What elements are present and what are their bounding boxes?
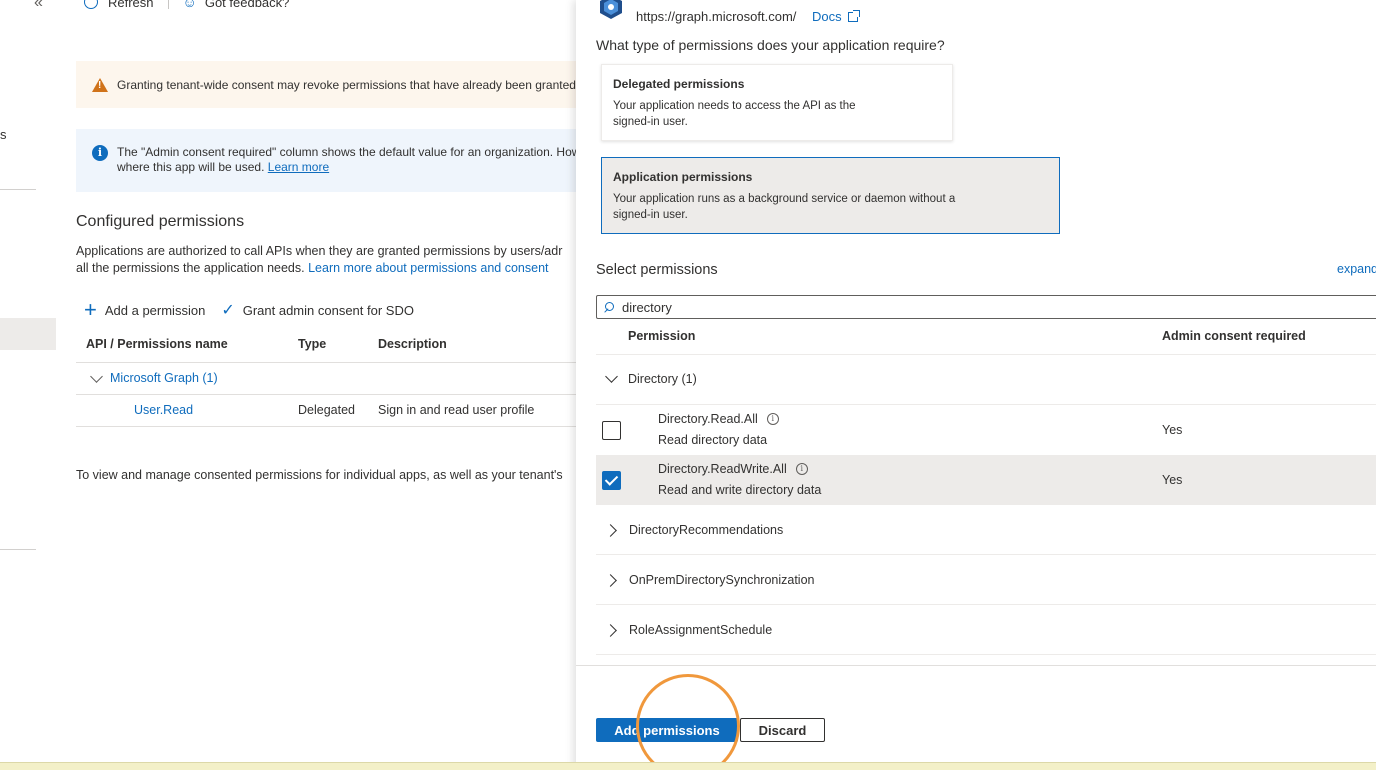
manage-permissions-note: To view and manage consented permissions… bbox=[76, 468, 563, 482]
warning-text: Granting tenant-wide consent may revoke … bbox=[117, 77, 576, 92]
application-permissions-card[interactable]: Application permissions Your application… bbox=[601, 157, 1060, 234]
permission-row[interactable]: Directory.Read.All i Read directory data… bbox=[596, 405, 1376, 455]
admin-consent-value: Yes bbox=[1162, 423, 1183, 437]
application-card-desc-line2: signed-in user. bbox=[613, 209, 688, 221]
column-header-permission[interactable]: Permission bbox=[628, 329, 695, 343]
application-card-title: Application permissions bbox=[613, 170, 753, 184]
refresh-icon bbox=[84, 0, 98, 9]
info-icon[interactable]: i bbox=[766, 413, 779, 425]
warning-icon: ! bbox=[92, 77, 108, 92]
search-input[interactable] bbox=[622, 299, 1322, 315]
nav-divider bbox=[0, 549, 36, 550]
permission-name: Directory.ReadWrite.All bbox=[658, 462, 787, 476]
column-header-api[interactable]: API / Permissions name bbox=[86, 337, 228, 351]
table-divider bbox=[76, 394, 576, 395]
group-row-directory-recommendations[interactable]: DirectoryRecommendations bbox=[596, 505, 1376, 555]
collapse-nav-icon[interactable]: « bbox=[34, 0, 43, 12]
docs-link[interactable]: Docs bbox=[812, 9, 860, 24]
learn-more-permissions-link[interactable]: Learn more about permissions and consent bbox=[308, 261, 548, 275]
docs-link-label[interactable]: Docs bbox=[812, 9, 842, 24]
select-permissions-title: Select permissions bbox=[596, 262, 718, 278]
learn-more-link[interactable]: Learn more bbox=[268, 160, 329, 174]
permission-checkbox-checked[interactable] bbox=[602, 471, 621, 490]
table-divider bbox=[76, 362, 576, 363]
toolbar-separator bbox=[167, 0, 169, 9]
group-label: OnPremDirectorySynchronization bbox=[629, 573, 815, 587]
refresh-button[interactable]: Refresh bbox=[108, 0, 154, 10]
nav-item-fragment[interactable]: s bbox=[0, 127, 7, 142]
delegated-card-title: Delegated permissions bbox=[613, 77, 745, 91]
discard-button[interactable]: Discard bbox=[740, 718, 825, 742]
delegated-permissions-card[interactable]: Delegated permissions Your application n… bbox=[601, 64, 953, 141]
configured-permissions-title: Configured permissions bbox=[76, 213, 245, 230]
grant-admin-consent-button[interactable]: Grant admin consent for SDO bbox=[243, 303, 414, 318]
admin-consent-value: Yes bbox=[1162, 473, 1183, 487]
add-permission-button[interactable]: Add a permission bbox=[105, 303, 205, 318]
permission-type-question: What type of permissions does your appli… bbox=[596, 37, 945, 53]
delegated-card-desc-line2: signed-in user. bbox=[613, 116, 688, 128]
microsoft-graph-icon bbox=[600, 0, 622, 19]
warning-banner: ! Granting tenant-wide consent may revok… bbox=[76, 61, 576, 108]
nav-divider bbox=[0, 189, 36, 190]
group-label: DirectoryRecommendations bbox=[629, 523, 784, 537]
column-header-description[interactable]: Description bbox=[378, 337, 447, 351]
group-label-directory: Directory (1) bbox=[628, 372, 697, 386]
plus-icon: + bbox=[84, 297, 97, 322]
group-row-role-assignment-schedule[interactable]: RoleAssignmentSchedule bbox=[596, 605, 1376, 655]
description-line2: all the permissions the application need… bbox=[76, 261, 305, 275]
permission-row[interactable]: Directory.ReadWrite.All i Read and write… bbox=[596, 455, 1376, 505]
info-banner: i The "Admin consent required" column sh… bbox=[76, 129, 576, 192]
delegated-card-desc-line1: Your application needs to access the API… bbox=[613, 100, 856, 112]
chevron-right-icon bbox=[604, 573, 617, 587]
search-icon bbox=[603, 301, 614, 313]
permission-description: Read directory data bbox=[658, 433, 768, 447]
command-bar: Refresh ☺ Got feedback? bbox=[84, 0, 289, 10]
configured-permissions-description: Applications are authorized to call APIs… bbox=[76, 243, 576, 277]
group-row-microsoft-graph[interactable]: Microsoft Graph (1) bbox=[90, 369, 218, 385]
chevron-down-icon bbox=[90, 369, 103, 383]
checkmark-icon: ✓ bbox=[221, 302, 235, 319]
panel-footer-divider bbox=[576, 665, 1376, 666]
description-line1: Applications are authorized to call APIs… bbox=[76, 244, 563, 258]
permission-type: Delegated bbox=[298, 403, 355, 417]
permission-checkbox[interactable] bbox=[602, 421, 621, 440]
chevron-right-icon bbox=[604, 623, 617, 637]
column-header-type[interactable]: Type bbox=[298, 337, 326, 351]
feedback-icon: ☺ bbox=[182, 0, 197, 10]
chevron-right-icon bbox=[604, 523, 617, 537]
group-link-microsoft-graph[interactable]: Microsoft Graph (1) bbox=[110, 371, 218, 385]
permission-description: Sign in and read user profile bbox=[378, 403, 535, 417]
info-text-line2: where this app will be used. bbox=[117, 160, 265, 174]
add-permissions-button[interactable]: Add permissions bbox=[596, 718, 738, 742]
info-icon[interactable]: i bbox=[795, 463, 808, 475]
permissions-command-row: + Add a permission ✓ Grant admin consent… bbox=[84, 297, 414, 322]
group-row-onprem-directory-sync[interactable]: OnPremDirectorySynchronization bbox=[596, 555, 1376, 605]
expand-all-link[interactable]: expand bbox=[1337, 262, 1376, 276]
feedback-button[interactable]: Got feedback? bbox=[205, 0, 290, 10]
group-row-directory[interactable]: Directory (1) bbox=[604, 370, 697, 386]
info-text-line1: The "Admin consent required" column show… bbox=[117, 145, 576, 159]
taskbar bbox=[0, 762, 1376, 770]
permission-name: Directory.Read.All bbox=[658, 412, 758, 426]
info-icon: i bbox=[92, 145, 108, 161]
table-divider bbox=[76, 426, 576, 427]
group-label: RoleAssignmentSchedule bbox=[629, 623, 773, 637]
column-header-admin-consent[interactable]: Admin consent required bbox=[1162, 329, 1306, 343]
permission-search-box[interactable] bbox=[596, 295, 1376, 319]
api-url: https://graph.microsoft.com/ bbox=[636, 9, 797, 24]
permission-link-user-read[interactable]: User.Read bbox=[134, 403, 193, 417]
permission-description: Read and write directory data bbox=[658, 483, 822, 497]
external-link-icon bbox=[847, 9, 860, 22]
table-divider bbox=[596, 354, 1376, 355]
chevron-down-icon bbox=[605, 370, 618, 383]
nav-item-selected[interactable] bbox=[0, 318, 56, 350]
application-card-desc-line1: Your application runs as a background se… bbox=[613, 193, 956, 205]
table-divider bbox=[596, 654, 1376, 655]
